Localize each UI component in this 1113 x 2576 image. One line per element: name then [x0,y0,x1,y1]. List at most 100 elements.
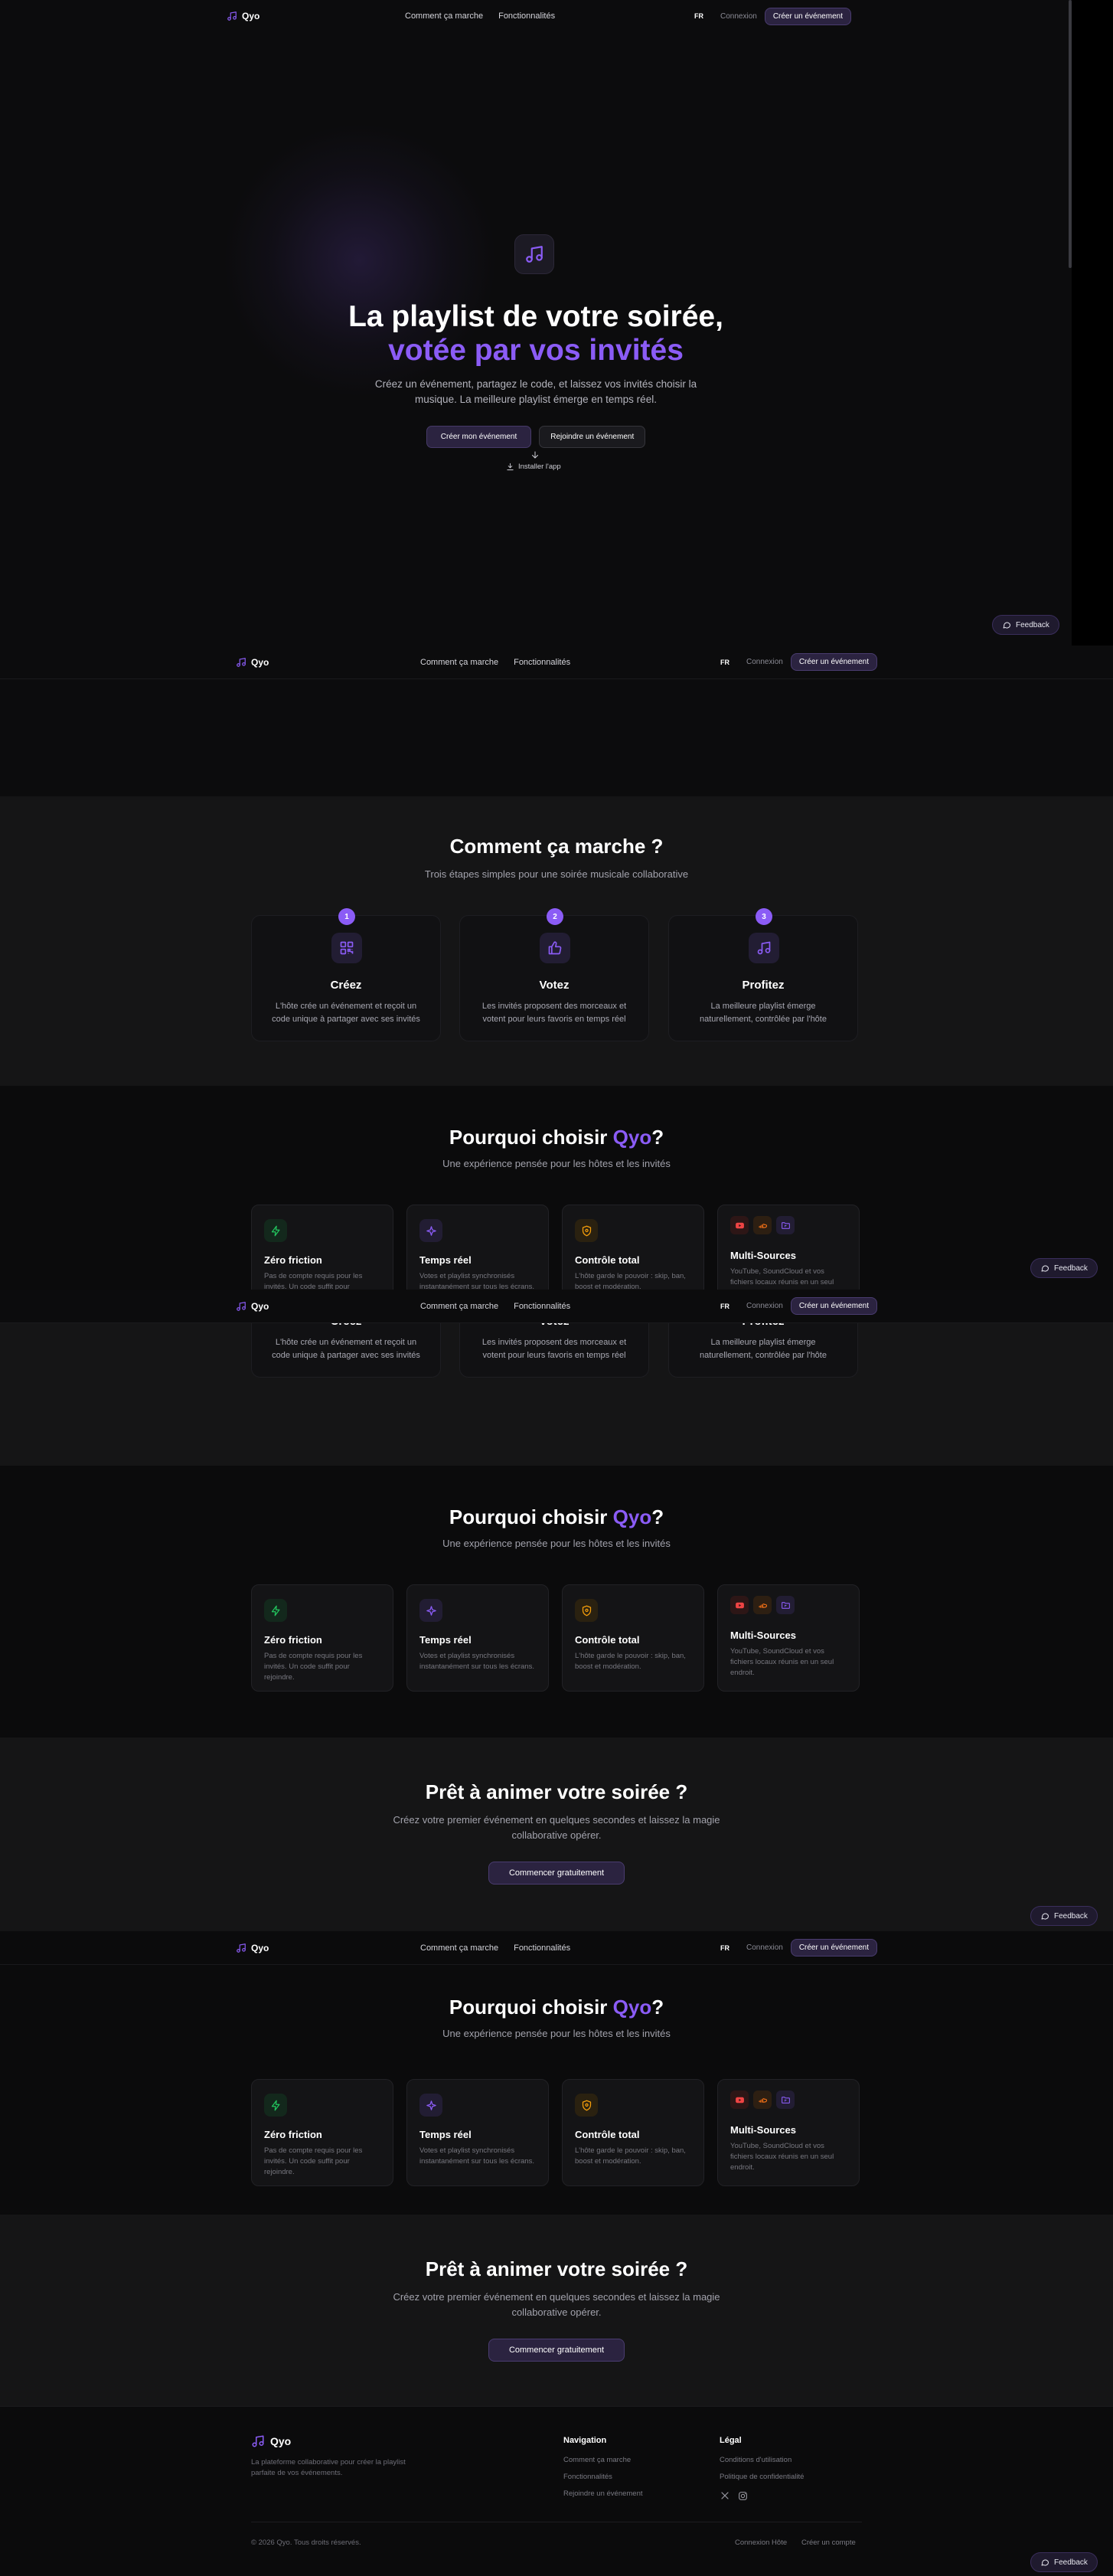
sparkle-icon [426,1225,437,1237]
footer-nav-link[interactable]: Comment ça marche [563,2456,631,2464]
lightning-icon [270,1225,282,1237]
language-switch[interactable]: FR [720,1944,729,1952]
feature-title: Multi-Sources [730,2124,796,2136]
instagram-icon[interactable] [738,2491,748,2501]
footer-nav-link[interactable]: Rejoindre un événement [563,2489,643,2498]
feature-card-control: Contrôle total L'hôte garde le pouvoir :… [562,1205,704,1290]
nav-link-how[interactable]: Comment ça marche [420,658,498,667]
nav-link-how[interactable]: Comment ça marche [405,11,483,21]
footer-nav-link[interactable]: Fonctionnalités [563,2473,612,2481]
why-subtitle: Une expérience pensée pour les hôtes et … [442,1158,671,1169]
music-note-icon [236,657,246,668]
feature-card-multi-sources: Multi-Sources YouTube, SoundCloud et vos… [717,1205,860,1290]
nav-right: FR Connexion Créer un événement [720,1939,877,1957]
feature-desc: YouTube, SoundCloud et vos fichiers loca… [730,1267,834,1290]
chat-bubble-icon [1040,2558,1049,2567]
ready-section: Prêt à animer votre soirée ? Créez votre… [0,2215,1113,2406]
login-link[interactable]: Connexion [746,1943,783,1952]
footer-brand[interactable]: Qyo [251,2434,291,2448]
top-nav: Qyo Comment ça marche Fonctionnalités FR… [0,1931,1113,1965]
feature-desc: YouTube, SoundCloud et vos fichiers loca… [730,2142,834,2172]
nav-link-features[interactable]: Fonctionnalités [514,1943,570,1953]
nav-links: Comment ça marche Fonctionnalités [405,11,555,21]
footer-legal-link[interactable]: Conditions d'utilisation [720,2456,792,2464]
join-event-button[interactable]: Rejoindre un événement [539,426,646,448]
ready-subtitle: Créez votre premier événement en quelque… [393,1814,720,1841]
step-desc: Les invités proposent des morceaux et vo… [481,1338,627,1360]
feature-title: Contrôle total [575,1254,640,1266]
brand-logo[interactable]: Qyo [236,1943,269,1953]
feedback-button[interactable]: Feedback [1030,1906,1098,1926]
nav-link-how[interactable]: Comment ça marche [420,1943,498,1953]
feature-title: Zéro friction [264,2129,322,2140]
brand-logo[interactable]: Qyo [236,1301,269,1312]
why-subtitle: Une expérience pensée pour les hôtes et … [442,1538,671,1549]
step-card-enjoy: 3 Profitez La meilleure playlist émerge … [668,908,858,1041]
create-event-button[interactable]: Créer un événement [790,1297,877,1315]
feature-desc: Votes et playlist synchronisés instantan… [419,2146,534,2166]
nav-link-how[interactable]: Comment ça marche [420,1302,498,1311]
nav-link-features[interactable]: Fonctionnalités [514,1302,570,1311]
music-note-icon [236,1301,246,1312]
feature-card-realtime: Temps réel Votes et playlist synchronisé… [406,1584,549,1692]
feedback-button[interactable]: Feedback [992,615,1059,635]
brand-logo[interactable]: Qyo [236,657,269,668]
scrollbar-track [1072,0,1113,646]
soundcloud-icon [758,1600,768,1610]
music-note-icon [524,244,544,264]
install-app-link[interactable]: Installer l'app [506,463,561,471]
login-link[interactable]: Connexion [746,658,783,666]
nav-right: FR Connexion Créer un événement [694,7,851,25]
download-icon [506,463,514,471]
feature-card-zero-friction: Zéro friction Pas de compte requis pour … [251,1584,393,1692]
feature-title: Temps réel [419,1634,472,1646]
feature-desc: Votes et playlist synchronisés instantan… [419,1652,534,1671]
footer: Qyo La plateforme collaborative pour cré… [0,2406,1113,2576]
hero-actions: Créer mon événement Rejoindre un événeme… [0,426,1072,448]
nav-link-features[interactable]: Fonctionnalités [498,11,555,21]
how-frame: Qyo Comment ça marche Fonctionnalités FR… [0,646,1113,1290]
youtube-icon [735,1600,745,1610]
shield-icon [581,2100,592,2111]
step-title: Profitez [742,979,785,992]
create-account-link[interactable]: Créer un compte [801,2538,856,2547]
folder-icon [781,1600,791,1610]
chat-bubble-icon [1040,1263,1049,1273]
feature-card-zero-friction: Zéro friction Pas de compte requis pour … [251,2079,393,2186]
how-subtitle: Trois étapes simples pour une soirée mus… [424,868,689,880]
nav-link-features[interactable]: Fonctionnalités [514,658,570,667]
feature-desc: L'hôte garde le pouvoir : skip, ban, boo… [575,1272,686,1290]
footer-legal-link[interactable]: Politique de confidentialité [720,2473,804,2481]
create-my-event-button[interactable]: Créer mon événement [426,426,532,448]
step-desc: La meilleure playlist émerge naturelleme… [700,1338,827,1360]
nav-links: Comment ça marche Fonctionnalités [420,1943,570,1953]
brand-logo[interactable]: Qyo [227,11,259,21]
feature-card-control: Contrôle total L'hôte garde le pouvoir :… [562,1584,704,1692]
x-twitter-icon[interactable] [720,2491,729,2500]
hero-frame: Qyo Comment ça marche Fonctionnalités FR… [0,0,1072,646]
language-switch[interactable]: FR [720,1303,729,1310]
copyright: © 2026 Qyo. Tous droits réservés. [251,2538,361,2547]
login-link[interactable]: Connexion [746,1302,783,1310]
host-login-link[interactable]: Connexion Hôte [735,2538,787,2547]
qr-code-icon [339,940,354,956]
feature-desc: Pas de compte requis pour les invités. U… [264,2146,363,2176]
create-event-button[interactable]: Créer un événement [764,7,851,25]
login-link[interactable]: Connexion [720,12,757,21]
folder-icon [781,1221,791,1231]
step-title: Créez [330,979,362,992]
why-section: Pourquoi choisir Qyo? Une expérience pen… [0,1086,1113,1290]
start-free-button[interactable]: Commencer gratuitement [488,2339,625,2362]
chat-bubble-icon [1002,620,1011,629]
soundcloud-icon [758,2095,768,2105]
language-switch[interactable]: FR [720,659,729,666]
step-number: 2 [547,908,563,925]
start-free-button[interactable]: Commencer gratuitement [488,1862,625,1885]
create-event-button[interactable]: Créer un événement [790,653,877,671]
language-switch[interactable]: FR [694,12,703,20]
feedback-button[interactable]: Feedback [1030,1258,1098,1278]
how-title: Comment ça marche ? [449,835,664,858]
feedback-button[interactable]: Feedback [1030,2552,1098,2572]
create-event-button[interactable]: Créer un événement [790,1939,877,1957]
feature-title: Temps réel [419,2129,472,2140]
